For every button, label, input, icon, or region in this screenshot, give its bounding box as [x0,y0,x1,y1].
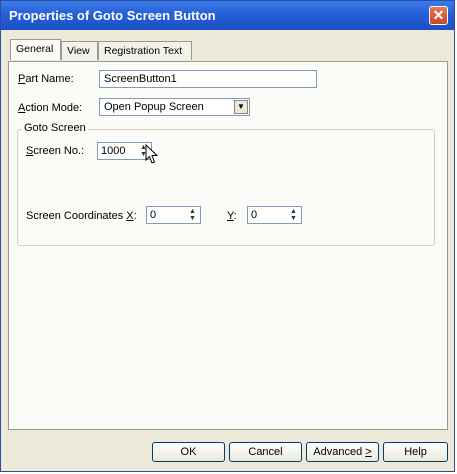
x-coordinate-value: 0 [150,209,157,221]
ok-button[interactable]: OK [152,442,225,462]
y-coordinate-spinner[interactable]: 0 ▲ ▼ [247,206,302,224]
tab-view[interactable]: View [61,41,98,60]
y-coordinate-value: 0 [251,209,258,221]
screen-no-spinner[interactable]: 1000 ▲ ▼ [97,142,152,160]
part-name-label: Part Name: [18,73,74,85]
goto-screen-group-title: Goto Screen [22,122,88,134]
action-mode-select[interactable]: Open Popup Screen ▼ [99,98,250,116]
help-button[interactable]: Help [383,442,448,462]
screen-no-label: Screen No.: [26,145,85,157]
y-label: Y: [227,210,237,222]
cancel-button[interactable]: Cancel [229,442,302,462]
spinner-arrows-icon[interactable]: ▲ ▼ [186,208,199,222]
action-mode-label: Action Mode: [18,102,83,114]
action-mode-value: Open Popup Screen [104,101,204,113]
properties-dialog: Properties of Goto Screen Button ✕ Gener… [0,0,455,472]
window-title: Properties of Goto Screen Button [9,8,216,23]
mouse-pointer-icon [145,144,159,164]
screen-coordinates-label: Screen Coordinates X: [26,210,137,222]
tab-registration-text[interactable]: Registration Text [98,41,192,60]
advanced-button[interactable]: Advanced > [306,442,379,462]
general-panel: Part Name: ScreenButton1 Action Mode: Op… [8,61,448,430]
tab-general[interactable]: General [10,39,61,60]
close-icon: ✕ [432,7,445,23]
x-coordinate-spinner[interactable]: 0 ▲ ▼ [146,206,201,224]
chevron-down-icon[interactable]: ▼ [234,100,248,114]
spinner-arrows-icon[interactable]: ▲ ▼ [287,208,300,222]
part-name-input[interactable]: ScreenButton1 [99,70,317,88]
title-bar[interactable]: Properties of Goto Screen Button ✕ [1,1,454,30]
x-label: X [126,210,134,222]
close-button[interactable]: ✕ [429,6,448,25]
screen-no-value: 1000 [101,145,126,157]
